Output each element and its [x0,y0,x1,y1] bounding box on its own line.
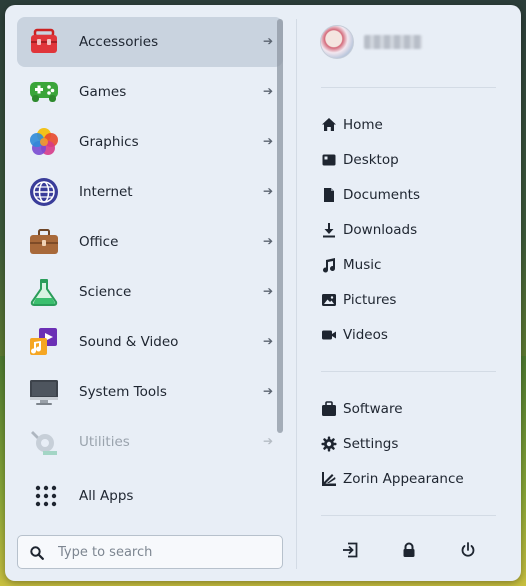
place-documents[interactable]: Documents [321,177,420,212]
user-name-blurred [364,35,422,49]
place-label: Music [343,256,382,273]
user-account[interactable] [320,25,422,59]
system-zorin-appearance[interactable]: Zorin Appearance [321,461,464,496]
category-label: Accessories [79,34,159,50]
avatar [320,25,354,59]
category-label: Science [79,284,132,300]
column-divider [296,19,297,569]
video-icon [321,327,337,343]
grid-icon [35,485,57,507]
system-label: Zorin Appearance [343,470,464,487]
logout-button[interactable] [337,539,363,565]
divider [321,515,496,516]
category-label: Utilities [79,434,130,450]
category-label: Sound & Video [79,334,179,350]
session-actions [321,539,496,565]
pictures-icon [321,292,337,308]
category-system-tools[interactable]: System Tools ➔ [17,367,283,417]
arrow-right-icon: ➔ [262,84,273,98]
category-graphics[interactable]: Graphics ➔ [17,117,283,167]
arrow-right-icon: ➔ [262,284,273,298]
software-icon [321,400,337,417]
system-list: Software Settings Zorin Appearance [321,391,464,496]
place-label: Videos [343,326,388,343]
place-music[interactable]: Music [321,247,420,282]
place-pictures[interactable]: Pictures [321,282,420,317]
place-videos[interactable]: Videos [321,317,420,352]
arrow-right-icon: ➔ [262,334,273,348]
category-office[interactable]: Office ➔ [17,217,283,267]
system-software[interactable]: Software [321,391,464,426]
power-button[interactable] [455,539,481,565]
category-scrollbar[interactable] [277,19,283,433]
search-box[interactable] [17,535,283,569]
lock-icon [401,542,417,562]
category-utilities[interactable]: Utilities ➔ [17,417,283,467]
home-icon [321,117,337,133]
places-list: Home Desktop Documents Downloads Music P… [321,107,420,352]
flask-icon [29,277,59,307]
lock-button[interactable] [396,539,422,565]
media-icon [29,327,59,357]
arrow-right-icon: ➔ [262,234,273,248]
category-list: Accessories ➔ Games ➔ Graphics ➔ Interne… [17,17,283,467]
system-label: Settings [343,435,399,452]
place-label: Documents [343,186,420,203]
divider [321,371,496,372]
arrow-right-icon: ➔ [262,434,273,448]
search-icon [30,545,44,560]
arrow-right-icon: ➔ [262,384,273,398]
logout-icon [342,542,358,562]
category-accessories[interactable]: Accessories ➔ [17,17,283,67]
category-label: Internet [79,184,133,200]
globe-icon [29,177,59,207]
gamepad-icon [29,77,59,107]
briefcase-icon [29,227,59,257]
place-label: Pictures [343,291,397,308]
gear-icon [321,436,337,452]
monitor-icon [29,377,59,407]
category-label: Graphics [79,134,139,150]
category-sound-video[interactable]: Sound & Video ➔ [17,317,283,367]
search-input[interactable] [56,543,270,561]
divider [321,87,496,88]
music-icon [321,257,337,273]
place-label: Desktop [343,151,399,168]
toolbox-icon [29,27,59,57]
desktop-icon [321,152,337,168]
color-wheel-icon [29,127,59,157]
all-apps-label: All Apps [79,488,134,504]
category-label: Games [79,84,127,100]
arrow-right-icon: ➔ [262,34,273,48]
download-icon [321,222,337,238]
appearance-icon [321,471,337,487]
category-internet[interactable]: Internet ➔ [17,167,283,217]
place-desktop[interactable]: Desktop [321,142,420,177]
arrow-right-icon: ➔ [262,184,273,198]
place-label: Home [343,116,383,133]
utilities-icon [29,427,59,457]
place-label: Downloads [343,221,418,238]
power-icon [460,542,476,562]
category-games[interactable]: Games ➔ [17,67,283,117]
system-settings[interactable]: Settings [321,426,464,461]
place-downloads[interactable]: Downloads [321,212,420,247]
document-icon [321,187,337,203]
place-home[interactable]: Home [321,107,420,142]
category-label: System Tools [79,384,167,400]
arrow-right-icon: ➔ [262,134,273,148]
all-apps-button[interactable]: All Apps [17,471,283,521]
category-label: Office [79,234,119,250]
system-label: Software [343,400,403,417]
app-menu: Accessories ➔ Games ➔ Graphics ➔ Interne… [5,5,521,581]
category-science[interactable]: Science ➔ [17,267,283,317]
